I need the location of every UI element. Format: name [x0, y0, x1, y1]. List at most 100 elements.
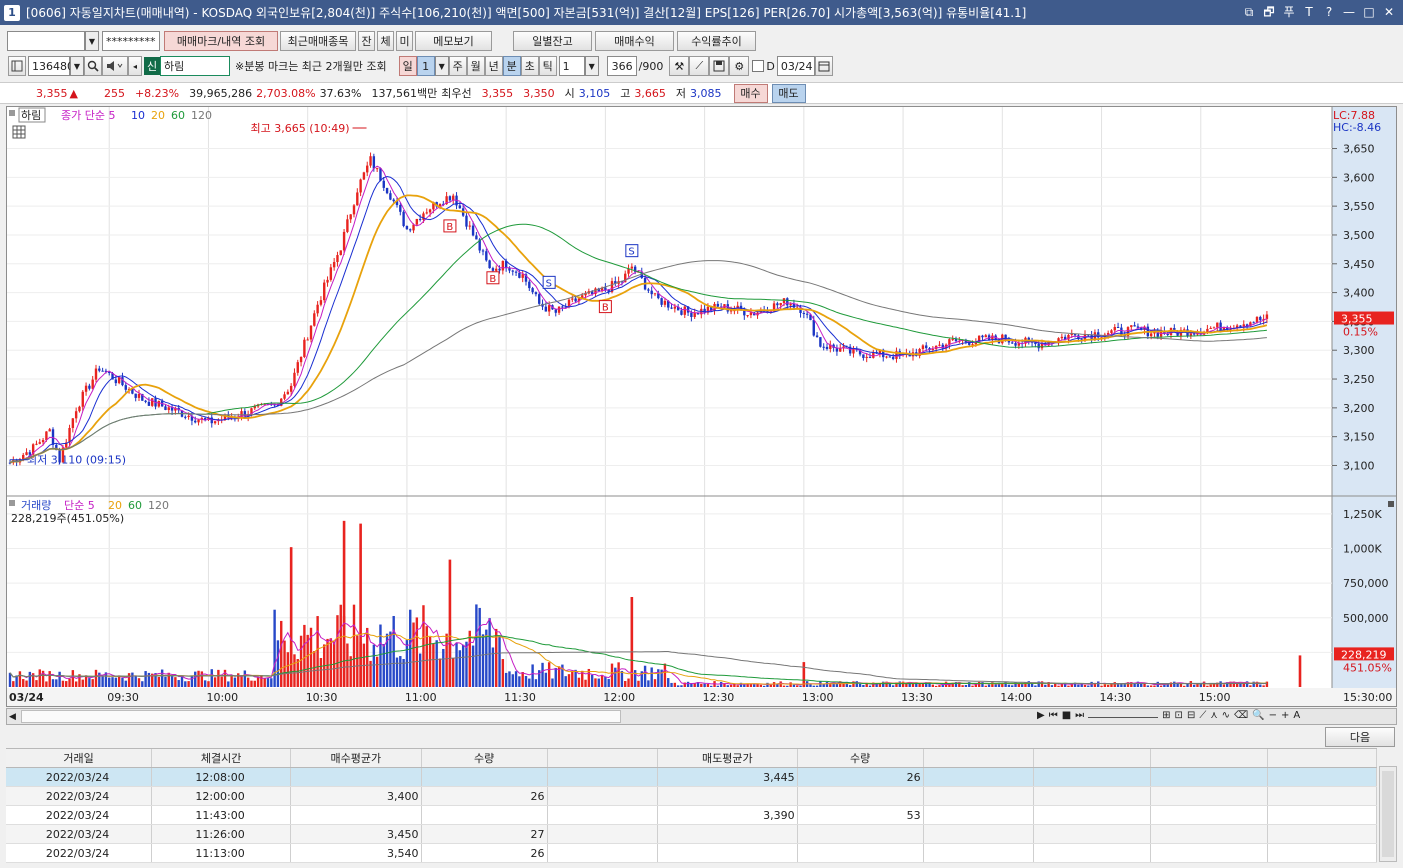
period-month-button[interactable]: 월: [466, 56, 485, 76]
column-header[interactable]: 수량: [798, 749, 924, 767]
search-icon[interactable]: [84, 56, 102, 76]
account-input[interactable]: [7, 31, 85, 51]
period-day-button[interactable]: 일: [398, 56, 417, 76]
daily-balance-button[interactable]: 일별잔고: [513, 31, 592, 51]
erase-icon[interactable]: ⌫: [1234, 710, 1248, 721]
cursor-icon[interactable]: ⊡: [1175, 710, 1183, 721]
volume-bar: [710, 685, 713, 687]
recent-trades-button[interactable]: 최근매매종목: [280, 31, 356, 51]
d-checkbox[interactable]: [752, 60, 765, 72]
table-row[interactable]: 2022/03/24 12:08:00 3,445 26: [6, 768, 1377, 787]
volume-bar: [134, 676, 137, 687]
period-second-button[interactable]: 초: [520, 56, 539, 76]
fib-icon[interactable]: ⋏: [1210, 710, 1217, 721]
stop-icon[interactable]: ■: [1062, 710, 1071, 721]
chart-panel[interactable]: 하림 종가 단순 5 10 20 60 120 LC:7.88 HC:-8.46…: [6, 106, 1397, 707]
period-week-button[interactable]: 주: [448, 56, 467, 76]
day-count-dropdown-icon[interactable]: ▼: [434, 56, 449, 76]
volume-bar: [766, 682, 769, 687]
account-dropdown-icon[interactable]: ▼: [85, 31, 99, 51]
price-volume-chart[interactable]: 하림 종가 단순 5 10 20 60 120 LC:7.88 HC:-8.46…: [7, 107, 1396, 706]
trend-tool-icon[interactable]: ⟋: [1199, 710, 1206, 721]
minimize-button[interactable]: —: [1341, 3, 1357, 21]
balance-button[interactable]: 잔: [358, 31, 375, 51]
stock-code-dropdown-icon[interactable]: ▼: [70, 56, 84, 76]
column-header[interactable]: 매도평균가: [658, 749, 798, 767]
layout-icon[interactable]: [8, 56, 26, 76]
table-row[interactable]: 2022/03/24 11:43:00 3,390 53: [6, 806, 1377, 825]
interval-dropdown-icon[interactable]: ▼: [584, 56, 599, 76]
table-scrollbar[interactable]: [1379, 766, 1397, 862]
table-row[interactable]: 2022/03/24 12:00:00 3,400 26: [6, 787, 1377, 806]
prev-stock-icon[interactable]: ◂: [128, 56, 142, 76]
next-button[interactable]: 다음: [1325, 727, 1395, 747]
day-count-field[interactable]: 1: [416, 56, 435, 76]
gear-icon[interactable]: ⚙: [729, 56, 750, 76]
column-header[interactable]: 거래일: [6, 749, 153, 767]
help-icon[interactable]: ?: [1321, 3, 1337, 21]
volume-bar: [415, 617, 419, 687]
x-tick-label: 13:00: [802, 691, 834, 704]
column-header[interactable]: 수량: [422, 749, 548, 767]
pin-icon[interactable]: 푸: [1281, 3, 1297, 21]
table-row[interactable]: 2022/03/24 11:26:00 3,450 27: [6, 825, 1377, 844]
column-header[interactable]: [548, 749, 658, 767]
period-minute-button[interactable]: 분: [502, 56, 521, 76]
stock-code-input[interactable]: 136480: [28, 56, 74, 76]
table-row[interactable]: 2022/03/24 11:13:00 3,540 26: [6, 844, 1377, 863]
period-tick-button[interactable]: 틱: [538, 56, 557, 76]
text-tool-icon[interactable]: A: [1293, 710, 1300, 721]
save-icon[interactable]: [709, 56, 730, 76]
count-input[interactable]: 366: [606, 56, 637, 76]
chart-scrollbar[interactable]: ◀ ▶ ⏮ ■ ⏭ ⊞ ⊡ ⊟ ⟋ ⋏ ∿ ⌫ 🔍 − + A: [6, 708, 1397, 725]
zoom-icon[interactable]: 🔍: [1252, 710, 1264, 721]
buy-button[interactable]: 매수: [733, 83, 768, 103]
column-header[interactable]: [1268, 749, 1377, 767]
candle: [528, 281, 531, 289]
dash-icon[interactable]: ⊟: [1187, 710, 1195, 721]
maximize-button[interactable]: □: [1361, 3, 1377, 21]
table-cell: [1268, 806, 1377, 824]
trade-mark-query-button[interactable]: 매매마크/내역 조회: [164, 31, 278, 51]
volume-bar: [524, 675, 528, 687]
play-left-icon[interactable]: ▶: [1037, 710, 1045, 721]
column-header[interactable]: [924, 749, 1034, 767]
crosshair-icon[interactable]: ⊞: [1162, 710, 1170, 721]
column-header[interactable]: [1034, 749, 1151, 767]
unfilled-button[interactable]: 미: [396, 31, 413, 51]
calendar-icon[interactable]: [814, 56, 833, 76]
column-header[interactable]: 매수평균가: [291, 749, 422, 767]
forward-icon[interactable]: ⏭: [1075, 710, 1084, 721]
password-input[interactable]: *********: [102, 31, 160, 51]
stock-name-field[interactable]: 하림: [160, 56, 230, 76]
restore-window-icon[interactable]: 🗗: [1261, 3, 1277, 21]
sell-button[interactable]: 매도: [771, 83, 806, 103]
scroll-left-icon[interactable]: ◀: [9, 712, 16, 722]
column-header[interactable]: 체결시간: [152, 749, 292, 767]
link-window-icon[interactable]: ⧉: [1241, 3, 1257, 21]
rewind-icon[interactable]: ⏮: [1049, 710, 1058, 721]
volume-bar: [263, 678, 266, 687]
scroll-thumb[interactable]: [21, 710, 621, 723]
volume-bar: [809, 684, 812, 687]
zoom-slider-icon[interactable]: [1088, 710, 1159, 718]
candle: [716, 303, 720, 307]
zoom-in-icon[interactable]: +: [1281, 710, 1289, 721]
period-year-button[interactable]: 년: [484, 56, 503, 76]
close-button[interactable]: ✕: [1381, 3, 1397, 21]
speaker-icon[interactable]: [102, 56, 128, 76]
date-input[interactable]: 03/24: [776, 56, 815, 76]
zoom-out-icon[interactable]: −: [1269, 710, 1277, 721]
pattern-icon[interactable]: ∿: [1222, 710, 1230, 721]
candle: [723, 304, 726, 309]
trade-profit-button[interactable]: 매매수익: [595, 31, 674, 51]
x-tick-label: 13:30: [901, 691, 933, 704]
chart-tools-icon[interactable]: ⚒: [669, 56, 690, 76]
executed-button[interactable]: 체: [377, 31, 394, 51]
interval-input[interactable]: 1: [558, 56, 585, 76]
return-trend-button[interactable]: 수익률추이: [677, 31, 756, 51]
column-header[interactable]: [1151, 749, 1268, 767]
line-draw-icon[interactable]: ⟋: [689, 56, 710, 76]
memo-view-button[interactable]: 메모보기: [415, 31, 492, 51]
font-size-icon[interactable]: T: [1301, 3, 1317, 21]
